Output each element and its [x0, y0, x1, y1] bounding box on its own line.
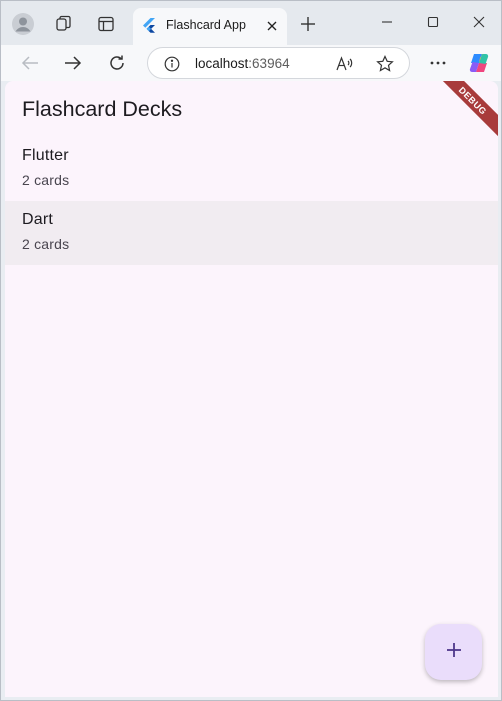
tab-strip: Flashcard App	[1, 1, 501, 45]
tab-title: Flashcard App	[166, 18, 246, 32]
deck-card-count: 2 cards	[22, 236, 70, 252]
deck-list-item-dart[interactable]: Dart 2 cards	[5, 201, 498, 265]
minimize-icon[interactable]	[373, 9, 401, 35]
deck-card-count: 2 cards	[22, 172, 70, 188]
maximize-icon[interactable]	[419, 9, 447, 35]
debug-banner: DEBUG	[428, 81, 498, 145]
deck-name: Dart	[22, 211, 54, 228]
app-content: Flashcard Decks Flutter 2 cards Dart 2 c…	[5, 81, 498, 697]
read-aloud-icon[interactable]	[334, 53, 356, 75]
tab-actions-icon[interactable]	[93, 11, 119, 37]
deck-list-item-flutter[interactable]: Flutter 2 cards	[5, 137, 498, 201]
window-close-icon[interactable]	[465, 9, 493, 35]
favorite-star-icon[interactable]	[374, 53, 396, 75]
workspaces-icon[interactable]	[51, 11, 77, 37]
url-text[interactable]: localhost:63964	[195, 56, 290, 71]
forward-icon[interactable]	[58, 49, 88, 77]
browser-tab[interactable]: Flashcard App	[133, 8, 287, 45]
more-icon[interactable]	[423, 49, 453, 77]
address-bar[interactable]: localhost:63964	[147, 47, 410, 79]
tab-close-icon[interactable]	[263, 17, 281, 35]
add-icon	[446, 642, 462, 663]
refresh-icon[interactable]	[102, 49, 132, 77]
profile-icon[interactable]	[10, 11, 36, 37]
browser-window: Flashcard App localhost:63964 Flashcard …	[0, 0, 502, 701]
info-icon[interactable]	[161, 53, 183, 75]
flutter-logo-icon	[143, 18, 157, 34]
back-icon[interactable]	[15, 49, 45, 77]
new-tab-icon[interactable]	[295, 11, 321, 37]
add-deck-button[interactable]	[425, 624, 482, 680]
page-title: Flashcard Decks	[22, 97, 183, 121]
copilot-icon[interactable]	[464, 49, 494, 77]
browser-toolbar: localhost:63964	[1, 45, 501, 81]
deck-name: Flutter	[22, 147, 69, 164]
